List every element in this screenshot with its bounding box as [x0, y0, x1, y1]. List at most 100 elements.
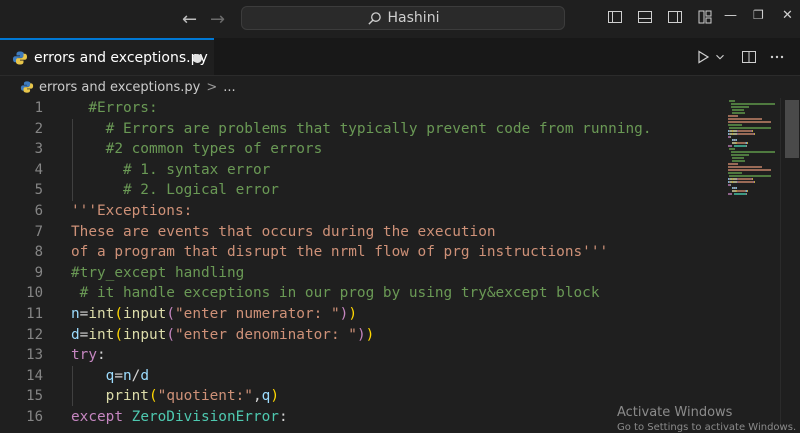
- code-line[interactable]: These are events that occurs during the …: [71, 222, 651, 243]
- code-line[interactable]: try:: [71, 345, 651, 366]
- title-bar: ← → Hashini — ❐ ✕: [0, 0, 800, 38]
- minimap-stroke: [731, 103, 775, 105]
- vertical-scrollbar-thumb[interactable]: [785, 100, 799, 158]
- more-actions-icon[interactable]: [769, 49, 785, 65]
- minimap-stroke: [738, 181, 753, 183]
- line-number: 6: [34, 202, 43, 219]
- code-line[interactable]: q=n/d: [71, 366, 651, 387]
- code-line[interactable]: #2 common types of errors: [71, 139, 651, 160]
- minimap-stroke: [747, 142, 748, 144]
- breadcrumb-file[interactable]: errors and exceptions.py: [39, 80, 200, 95]
- minimap-stroke: [752, 130, 753, 132]
- code-token-keyword: try: [71, 347, 97, 364]
- line-number: 15: [26, 388, 43, 405]
- close-icon[interactable]: ✕: [782, 8, 793, 23]
- code-token-builtin: print: [105, 388, 149, 405]
- code-token-default: [71, 388, 106, 404]
- code-line[interactable]: '''Exceptions:: [71, 201, 651, 222]
- toggle-primary-sidebar-icon[interactable]: [607, 9, 623, 25]
- line-number: 10: [26, 285, 43, 302]
- minimap-stroke: [730, 136, 731, 138]
- code-line[interactable]: # 1. syntax error: [71, 160, 651, 181]
- code-token-keyword: except: [71, 408, 123, 425]
- command-center-search[interactable]: Hashini: [241, 6, 565, 30]
- minimap-stroke: [734, 193, 746, 195]
- minimap-stroke: [728, 118, 762, 120]
- code-token-default: ,: [252, 388, 262, 405]
- forward-arrow-icon[interactable]: →: [210, 9, 225, 30]
- minimap-stroke: [737, 142, 745, 144]
- unsaved-dot-icon[interactable]: [193, 54, 202, 63]
- tab-errors-and-exceptions[interactable]: errors and exceptions.py: [0, 38, 214, 75]
- minimap-stroke: [729, 127, 771, 129]
- split-editor-icon[interactable]: [741, 49, 757, 65]
- line-number: 9: [34, 264, 43, 281]
- chevron-down-icon[interactable]: [713, 50, 727, 64]
- minimap-stroke: [731, 154, 749, 156]
- minimap-stroke: [736, 139, 737, 141]
- code-token-paren2: ): [356, 326, 366, 343]
- code-token-builtin: input: [123, 326, 167, 343]
- python-file-icon: [20, 81, 34, 93]
- minimap-stroke: [746, 145, 747, 147]
- minimap-stroke: [752, 178, 753, 180]
- code-line[interactable]: print("quotient:",q): [71, 386, 651, 407]
- code-token-string: '''Exceptions:: [71, 202, 193, 219]
- code-token-builtin: int: [88, 305, 115, 322]
- minimap-stroke: [732, 112, 745, 114]
- breadcrumb-more[interactable]: ...: [223, 80, 235, 95]
- code-editor[interactable]: 1 2 3 4 5 6 7 8 9 10 11 12 13 14 15 16 #Errors: # Error…: [0, 98, 800, 430]
- customize-layout-icon[interactable]: [697, 9, 713, 25]
- minimap-stroke: [728, 115, 738, 117]
- minimap-stroke: [732, 109, 744, 111]
- code-token-string: "quotient:": [157, 388, 253, 405]
- restore-icon[interactable]: ❐: [753, 8, 764, 22]
- line-number-gutter: 1 2 3 4 5 6 7 8 9 10 11 12 13 14 15 16: [0, 98, 52, 428]
- code-token-paren2: ): [339, 305, 349, 322]
- code-token-builtin: int: [88, 326, 115, 343]
- minimap-stroke: [728, 124, 742, 126]
- code-line[interactable]: of a program that disrupt the nrml flow …: [71, 242, 651, 263]
- code-line[interactable]: # it handle exceptions in our prog by us…: [71, 283, 651, 304]
- minimap-stroke: [734, 145, 746, 147]
- line-number: 8: [34, 244, 43, 261]
- line-number: 2: [34, 120, 43, 137]
- watermark-subtitle: Go to Settings to activate Windows.: [617, 422, 797, 433]
- code-token-string: "enter denominator: ": [175, 326, 357, 343]
- toggle-panel-icon[interactable]: [637, 9, 653, 25]
- code-line[interactable]: #Errors:: [71, 98, 651, 119]
- minimap-stroke: [729, 175, 771, 177]
- minimap-stroke: [738, 133, 753, 135]
- line-number: 12: [26, 326, 43, 343]
- breadcrumb-separator: >: [206, 79, 218, 95]
- code-line[interactable]: # Errors are problems that typically pre…: [71, 119, 652, 140]
- code-line[interactable]: except ZeroDivisionError:: [71, 407, 651, 428]
- minimap-stroke: [736, 187, 737, 189]
- code-token-comment: # Errors are problems that typically pre…: [71, 120, 652, 137]
- minimap-stroke: [754, 181, 755, 183]
- code-token-default: :: [97, 347, 106, 364]
- minimap-stroke: [728, 163, 738, 165]
- code-line[interactable]: # 2. Logical error: [71, 180, 651, 201]
- code-line[interactable]: d=int(input("enter denominator: ")): [71, 325, 651, 346]
- minimap-stroke: [746, 193, 747, 195]
- run-python-file-icon[interactable]: [695, 49, 711, 65]
- minimap[interactable]: [728, 100, 778, 195]
- code-token-default: [123, 409, 132, 425]
- minimap-stroke: [738, 130, 751, 132]
- code-token-var: n: [71, 305, 80, 322]
- code-lines[interactable]: #Errors: # Errors are problems that typi…: [71, 98, 651, 428]
- minimize-icon[interactable]: —: [724, 8, 737, 23]
- back-arrow-icon[interactable]: ←: [182, 9, 197, 30]
- minimap-stroke: [729, 100, 735, 102]
- toggle-secondary-sidebar-icon[interactable]: [667, 9, 683, 25]
- line-number: 16: [26, 408, 43, 425]
- code-token-paren: ): [348, 305, 357, 322]
- editor-tab-bar: errors and exceptions.py: [0, 38, 800, 76]
- code-line[interactable]: n=int(input("enter numerator: ")): [71, 304, 651, 325]
- minimap-stroke: [738, 178, 751, 180]
- search-icon: [367, 11, 381, 25]
- code-line[interactable]: #try_except handling: [71, 263, 651, 284]
- code-token-string: "enter numerator: ": [175, 305, 340, 322]
- minimap-stroke: [728, 166, 762, 168]
